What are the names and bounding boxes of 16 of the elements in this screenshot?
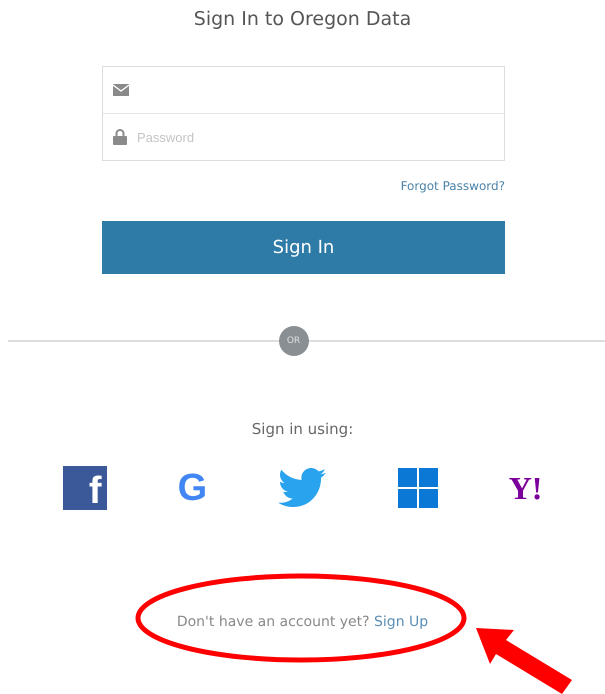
or-divider-badge: OR: [278, 326, 308, 356]
yahoo-button[interactable]: Y!: [508, 470, 542, 506]
forgot-password-link[interactable]: Forgot Password?: [400, 179, 505, 193]
sign-up-link[interactable]: Sign Up: [374, 614, 428, 630]
bird-icon[interactable]: [278, 468, 326, 508]
password-field[interactable]: Password: [103, 113, 504, 160]
sign-in-button[interactable]: Sign In: [102, 221, 505, 274]
social-heading: Sign in using:: [252, 420, 354, 438]
envelope-icon: [113, 84, 129, 96]
page-title: Sign In to Oregon Data: [194, 8, 412, 30]
google-button[interactable]: G: [178, 466, 208, 510]
lock-icon: [113, 129, 127, 145]
password-input[interactable]: Password: [135, 121, 504, 153]
signup-prompt: Don't have an account yet? Sign Up: [176, 614, 428, 630]
windows-icon[interactable]: [398, 468, 438, 508]
facebook-button[interactable]: f: [62, 466, 106, 510]
